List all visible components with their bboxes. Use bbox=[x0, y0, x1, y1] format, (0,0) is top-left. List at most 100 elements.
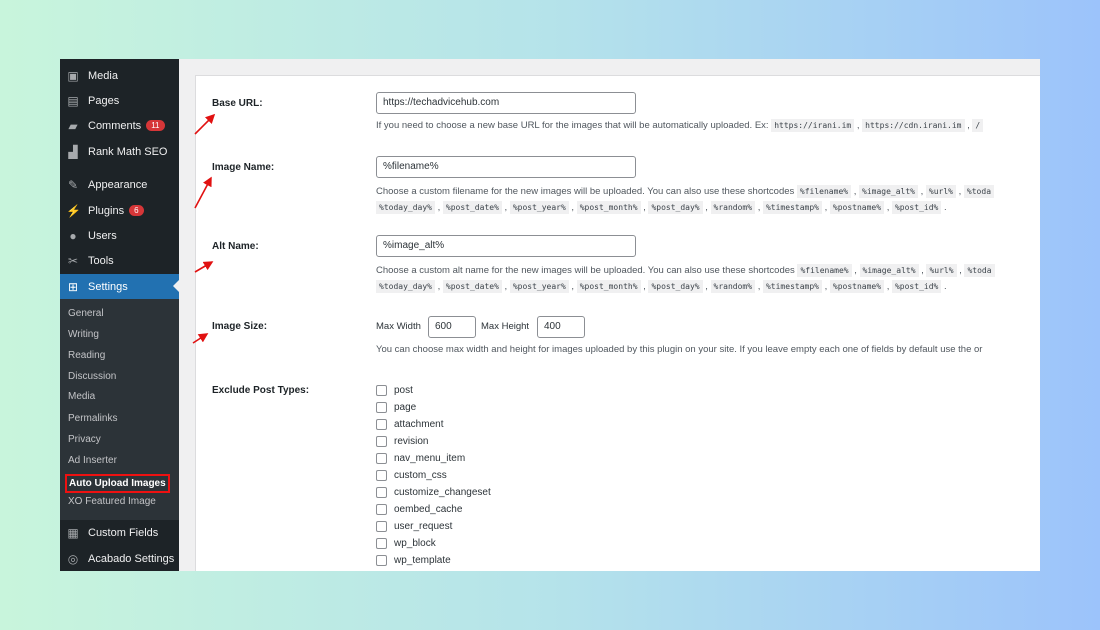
image-name-input[interactable]: %filename% bbox=[376, 156, 636, 178]
post-type-checkbox[interactable]: user_request bbox=[376, 521, 452, 532]
sidebar-item-appearance[interactable]: ✎ Appearance bbox=[60, 172, 179, 197]
checkbox[interactable] bbox=[376, 538, 387, 549]
comments-icon: ▰ bbox=[68, 118, 78, 133]
checkbox[interactable] bbox=[376, 555, 387, 566]
post-type-checkbox[interactable]: customize_changeset bbox=[376, 487, 491, 498]
shortcode: %post_year% bbox=[509, 201, 569, 214]
checkbox-label: wp_template bbox=[394, 555, 451, 566]
checkbox[interactable] bbox=[376, 470, 387, 481]
sidebar-item-label: Custom Fields bbox=[88, 526, 159, 539]
checkbox-label: customize_changeset bbox=[394, 487, 491, 498]
sidebar-item-label: Rank Math SEO bbox=[88, 145, 168, 158]
shortcode: %timestamp% bbox=[762, 201, 822, 214]
alt-name-input[interactable]: %image_alt% bbox=[376, 235, 636, 257]
submenu-item-media[interactable]: Media bbox=[68, 391, 95, 402]
checkbox[interactable] bbox=[376, 487, 387, 498]
exclude-post-types-label: Exclude Post Types: bbox=[212, 385, 310, 396]
sidebar-item-custom-fields[interactable]: ▦ Custom Fields bbox=[60, 520, 179, 545]
max-height-input[interactable]: 400 bbox=[537, 316, 585, 338]
post-type-checkbox[interactable]: revision bbox=[376, 436, 428, 447]
post-type-checkbox[interactable]: nav_menu_item bbox=[376, 453, 465, 464]
sidebar-item-comments[interactable]: ▰ Comments 11 bbox=[60, 113, 179, 138]
checkbox-label: nav_menu_item bbox=[394, 453, 466, 464]
sidebar-item-label: Tools bbox=[88, 254, 114, 267]
shortcode: %post_id% bbox=[891, 280, 942, 293]
pages-icon: ▤ bbox=[67, 93, 79, 108]
submenu-item-reading[interactable]: Reading bbox=[68, 350, 105, 361]
user-icon: ● bbox=[69, 228, 77, 243]
sidebar-item-rank-math-seo[interactable]: ▟ Rank Math SEO bbox=[60, 139, 179, 164]
submenu-item-writing[interactable]: Writing bbox=[68, 329, 99, 340]
max-width-input[interactable]: 600 bbox=[428, 316, 476, 338]
checkbox-label: custom_css bbox=[394, 470, 447, 481]
shortcode: %post_month% bbox=[576, 280, 641, 293]
sidebar-item-acabado-settings[interactable]: ◎ Acabado Settings bbox=[60, 546, 179, 571]
shortcode: %image_alt% bbox=[859, 264, 919, 277]
post-type-checkbox[interactable]: custom_css bbox=[376, 470, 447, 481]
max-width-label: Max Width bbox=[376, 321, 421, 332]
submenu-item-discussion[interactable]: Discussion bbox=[68, 371, 116, 382]
submenu-item-general[interactable]: General bbox=[68, 308, 104, 319]
shortcode: %today_day% bbox=[376, 201, 435, 214]
wp-admin-window: General Writing Reading Discussion Media Perm… bbox=[60, 59, 1040, 571]
sidebar-item-media[interactable]: ▣ Media bbox=[60, 63, 179, 88]
post-type-checkbox[interactable]: oembed_cache bbox=[376, 504, 462, 515]
shortcode: %post_day% bbox=[648, 201, 703, 214]
post-type-checkbox[interactable]: page bbox=[376, 402, 416, 413]
desc-text: Choose a custom filename for the new ima… bbox=[376, 186, 795, 197]
sidebar-item-label: Pages bbox=[88, 94, 120, 107]
count-badge: 6 bbox=[129, 205, 144, 216]
shortcode: %post_id% bbox=[891, 201, 942, 214]
submenu-item-xo-featured-image[interactable]: XO Featured Image bbox=[68, 496, 156, 507]
post-type-checkbox[interactable]: wp_template bbox=[376, 555, 451, 566]
count-badge: 11 bbox=[146, 120, 165, 131]
checkbox[interactable] bbox=[376, 521, 387, 532]
shortcode: %image_alt% bbox=[859, 185, 918, 198]
sidebar-item-label: Appearance bbox=[88, 178, 148, 191]
submenu-item-privacy[interactable]: Privacy bbox=[68, 434, 101, 445]
submenu-item-auto-upload-images[interactable]: Auto Upload Images bbox=[65, 474, 170, 493]
shortcode: %toda bbox=[963, 185, 995, 198]
post-type-checkbox[interactable]: wp_block bbox=[376, 538, 436, 549]
submenu-item-ad-inserter[interactable]: Ad Inserter bbox=[68, 455, 117, 466]
base-url-input[interactable]: https://techadvicehub.com bbox=[376, 92, 636, 114]
shortcode: https://irani.im bbox=[771, 119, 855, 132]
submenu-item-permalinks[interactable]: Permalinks bbox=[68, 413, 117, 424]
image-name-description: Choose a custom filename for the new ima… bbox=[376, 184, 995, 216]
checkbox[interactable] bbox=[376, 385, 387, 396]
sidebar-item-label: Users bbox=[88, 229, 117, 242]
post-type-checkbox[interactable]: post bbox=[376, 385, 413, 396]
sidebar-item-pages[interactable]: ▤ Pages bbox=[60, 88, 179, 113]
checkbox-label: page bbox=[394, 402, 417, 413]
max-height-label: Max Height bbox=[481, 321, 530, 332]
image-size-label: Image Size: bbox=[212, 321, 268, 332]
checkbox[interactable] bbox=[376, 419, 387, 430]
shortcode: %post_date% bbox=[442, 280, 502, 293]
shortcode: %today_day% bbox=[376, 280, 435, 293]
post-type-checkbox[interactable]: attachment bbox=[376, 419, 443, 430]
sidebar-item-users[interactable]: ● Users bbox=[60, 223, 179, 248]
sidebar-item-plugins[interactable]: ⚡ Plugins 6 bbox=[60, 198, 179, 223]
admin-sidebar: General Writing Reading Discussion Media Perm… bbox=[60, 59, 179, 571]
sidebar-item-tools[interactable]: ✂ Tools bbox=[60, 248, 179, 273]
checkbox-label: revision bbox=[394, 436, 429, 447]
checkbox[interactable] bbox=[376, 504, 387, 515]
settings-panel: Base URL: https://techadvicehub.com If you… bbox=[195, 75, 1040, 571]
checkbox[interactable] bbox=[376, 402, 387, 413]
checkbox[interactable] bbox=[376, 453, 387, 464]
sidebar-item-label: Media bbox=[88, 69, 118, 82]
checkbox[interactable] bbox=[376, 436, 387, 447]
sidebar-item-settings[interactable]: ⊞ Settings bbox=[60, 274, 179, 299]
settings-icon: ⊞ bbox=[67, 279, 79, 294]
alt-name-label: Alt Name: bbox=[212, 241, 259, 252]
shortcode: %post_year% bbox=[509, 280, 569, 293]
media-icon: ▣ bbox=[67, 68, 79, 83]
settings-submenu: General Writing Reading Discussion Media Perm… bbox=[60, 298, 179, 520]
base-url-description: If you need to choose a new base URL for… bbox=[376, 119, 984, 132]
checkbox-label: oembed_cache bbox=[394, 504, 463, 515]
shortcode: %post_month% bbox=[576, 201, 641, 214]
shortcode: %postname% bbox=[829, 201, 885, 214]
shortcode: %filename% bbox=[796, 185, 852, 198]
checkbox-label: user_request bbox=[394, 521, 453, 532]
sidebar-item-label: Settings bbox=[88, 280, 128, 293]
